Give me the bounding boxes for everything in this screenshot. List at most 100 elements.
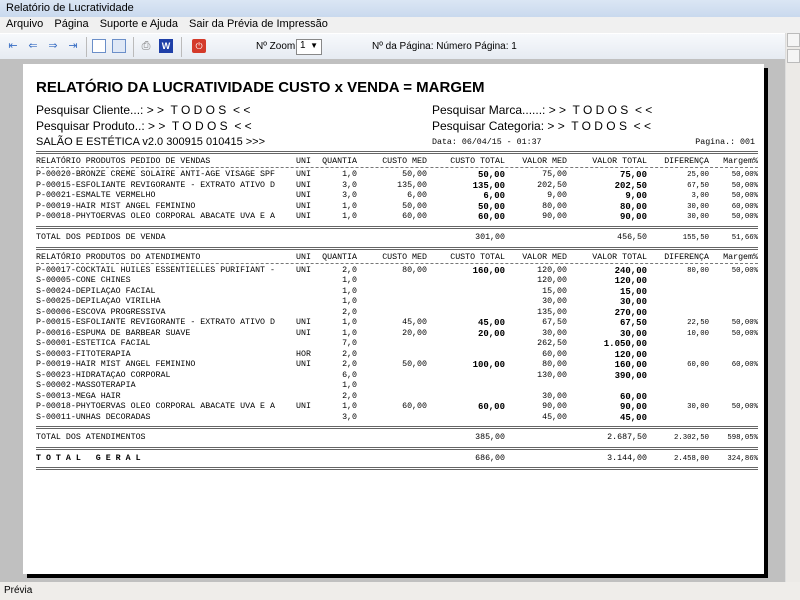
toolbar: ⇤ ⇐ ⇒ ⇥ ⎙ W ⏻ Nº Zoom 1 ▼ Nº da Página: N… [0,33,785,59]
row-cost-avg: 50,00 [402,360,427,369]
row-item-name: S-00003-FITOTERAPIA [36,349,131,359]
row-margin: 50,00% [731,329,758,338]
menu-suporte[interactable]: Suporte e Ajuda [100,18,178,30]
single-page-icon[interactable] [92,39,106,53]
row-value-total: 60,00 [619,391,647,402]
row-value-total: 120,00 [614,276,647,286]
row-item-name: S-00002-MASSOTERAPIA [36,381,136,390]
section-total-margin: 51,66% [731,233,758,242]
double-rule [36,426,758,429]
row-quantity: 7,0 [342,339,357,348]
row-value-avg: 130,00 [537,370,567,380]
dashed-rule [36,262,758,264]
row-item-name: P-00018-PHYTOERVAS OLEO CORPORAL ABACATE… [36,212,275,221]
section-total-label: TOTAL DOS PEDIDOS DE VENDA [36,232,166,242]
row-value-avg: 80,00 [542,360,567,369]
grand-total-label: T O T A L G E R A L [36,454,141,463]
column-header: QUANTIA [322,252,357,262]
menu-sair-previa[interactable]: Sair da Prévia de Impressão [189,18,328,30]
double-rule [36,246,758,250]
zoom-label: Nº Zoom [256,41,296,52]
row-value-avg: 262,50 [537,339,567,348]
grand-total-margin: 324,86% [727,455,758,463]
row-margin: 50,00% [731,171,758,179]
row-value-avg: 120,00 [537,276,567,285]
row-quantity: 1,0 [342,297,357,306]
page-number-label: Nº da Página: Número Página: 1 [372,41,517,52]
scroll-up-button[interactable] [787,33,800,47]
filter-cliente: Pesquisar Cliente...: > > T O D O S < < [36,103,251,117]
scroll-thumb[interactable] [787,49,800,63]
first-page-icon[interactable]: ⇤ [6,39,20,53]
row-value-avg: 9,00 [547,191,567,200]
row-quantity: 1,0 [342,201,357,211]
row-item-name: P-00020-BRONZE CRÈME SOLAIRE ANTI-AGE VI… [36,170,275,179]
row-value-avg: 60,00 [542,349,567,359]
menu-bar: Arquivo Página Suporte e Ajuda Sair da P… [0,17,800,32]
filter-categoria: Pesquisar Categoria: > > T O D O S < < [432,119,651,133]
row-quantity: 3,0 [342,412,357,422]
row-value-avg: 120,00 [537,265,567,275]
row-quantity: 1,0 [342,170,357,179]
row-margin: 50,00% [731,319,758,327]
zoom-select[interactable]: 1 ▼ [296,39,322,55]
row-value-total: 270,00 [614,307,647,318]
row-quantity: 2,0 [342,349,357,359]
filter-produto: Pesquisar Produto..: > > T O D O S < < [36,119,252,133]
row-value-avg: 75,00 [542,170,567,179]
vertical-scrollbar[interactable] [785,33,800,582]
row-item-name: S-00011-UNHAS DECORADAS [36,412,151,422]
column-header: VALOR MED [522,252,567,262]
column-header: QUANTIA [322,157,357,166]
status-bar: Prévia [0,582,800,600]
divider [133,37,134,57]
row-margin: 50,00% [731,213,758,221]
row-value-total: 15,00 [619,286,647,297]
menu-pagina[interactable]: Página [54,18,88,30]
row-margin: 50,00% [731,266,758,275]
row-margin: 50,00% [731,403,758,411]
row-item-name: S-00024-DEPILAÇÃO FACIAL [36,286,156,296]
row-item-name: P-00017-COCKTAIL HUILES ESSENTIELLES PUR… [36,265,275,275]
next-page-icon[interactable]: ⇒ [46,39,60,53]
row-margin: 60,00% [731,361,758,369]
column-header: CUSTO MED [382,252,427,262]
section-total-cost: 385,00 [475,433,505,442]
row-value-total: 45,00 [619,412,647,423]
row-quantity: 1,0 [342,381,357,390]
row-cost-avg: 60,00 [402,212,427,221]
preview-area: RELATÓRIO DA LUCRATIVIDADE CUSTO x VENDA… [0,59,785,582]
row-quantity: 1,0 [342,402,357,411]
report-title: RELATÓRIO DA LUCRATIVIDADE CUSTO x VENDA… [36,79,485,96]
print-icon[interactable]: ⎙ [139,39,153,53]
row-quantity: 2,0 [342,360,357,369]
row-value-avg: 45,00 [542,412,567,422]
chevron-down-icon: ▼ [310,41,318,50]
section-heading: RELATÓRIO PRODUTOS PEDIDO DE VENDAS [36,157,211,166]
section-total-cost: 301,00 [475,232,505,242]
row-item-name: S-00005-CONE CHINES [36,276,131,285]
exit-icon[interactable]: ⏻ [192,39,206,53]
word-export-icon[interactable]: W [159,39,173,53]
row-item-name: P-00021-ESMALTE VERMELHO [36,191,156,200]
column-header: VALOR MED [522,157,567,166]
row-value-avg: 15,00 [542,286,567,296]
zoom-value: 1 [300,40,306,51]
menu-arquivo[interactable]: Arquivo [6,18,43,30]
last-page-icon[interactable]: ⇥ [66,39,80,53]
row-cost-avg: 60,00 [402,402,427,411]
prev-page-icon[interactable]: ⇐ [26,39,40,53]
two-pages-icon[interactable] [112,39,126,53]
column-header: Margem% [723,157,758,166]
row-margin: 50,00% [731,192,758,200]
row-item-name: P-00019-HAIR MIST ANGEL FEMININO [36,201,196,211]
row-quantity: 3,0 [342,180,357,190]
dashed-rule [36,167,758,168]
filter-marca: Pesquisar Marca......: > > T O D O S < < [432,103,653,117]
row-quantity: 2,0 [342,307,357,317]
row-item-name: P-00016-ESPUMA DE BARBEAR SUAVE [36,328,191,338]
column-header: CUSTO MED [382,157,427,166]
section-heading: RELATÓRIO PRODUTOS DO ATENDIMENTO [36,252,201,262]
row-quantity: 2,0 [342,391,357,401]
row-value-avg: 67,50 [542,318,567,327]
